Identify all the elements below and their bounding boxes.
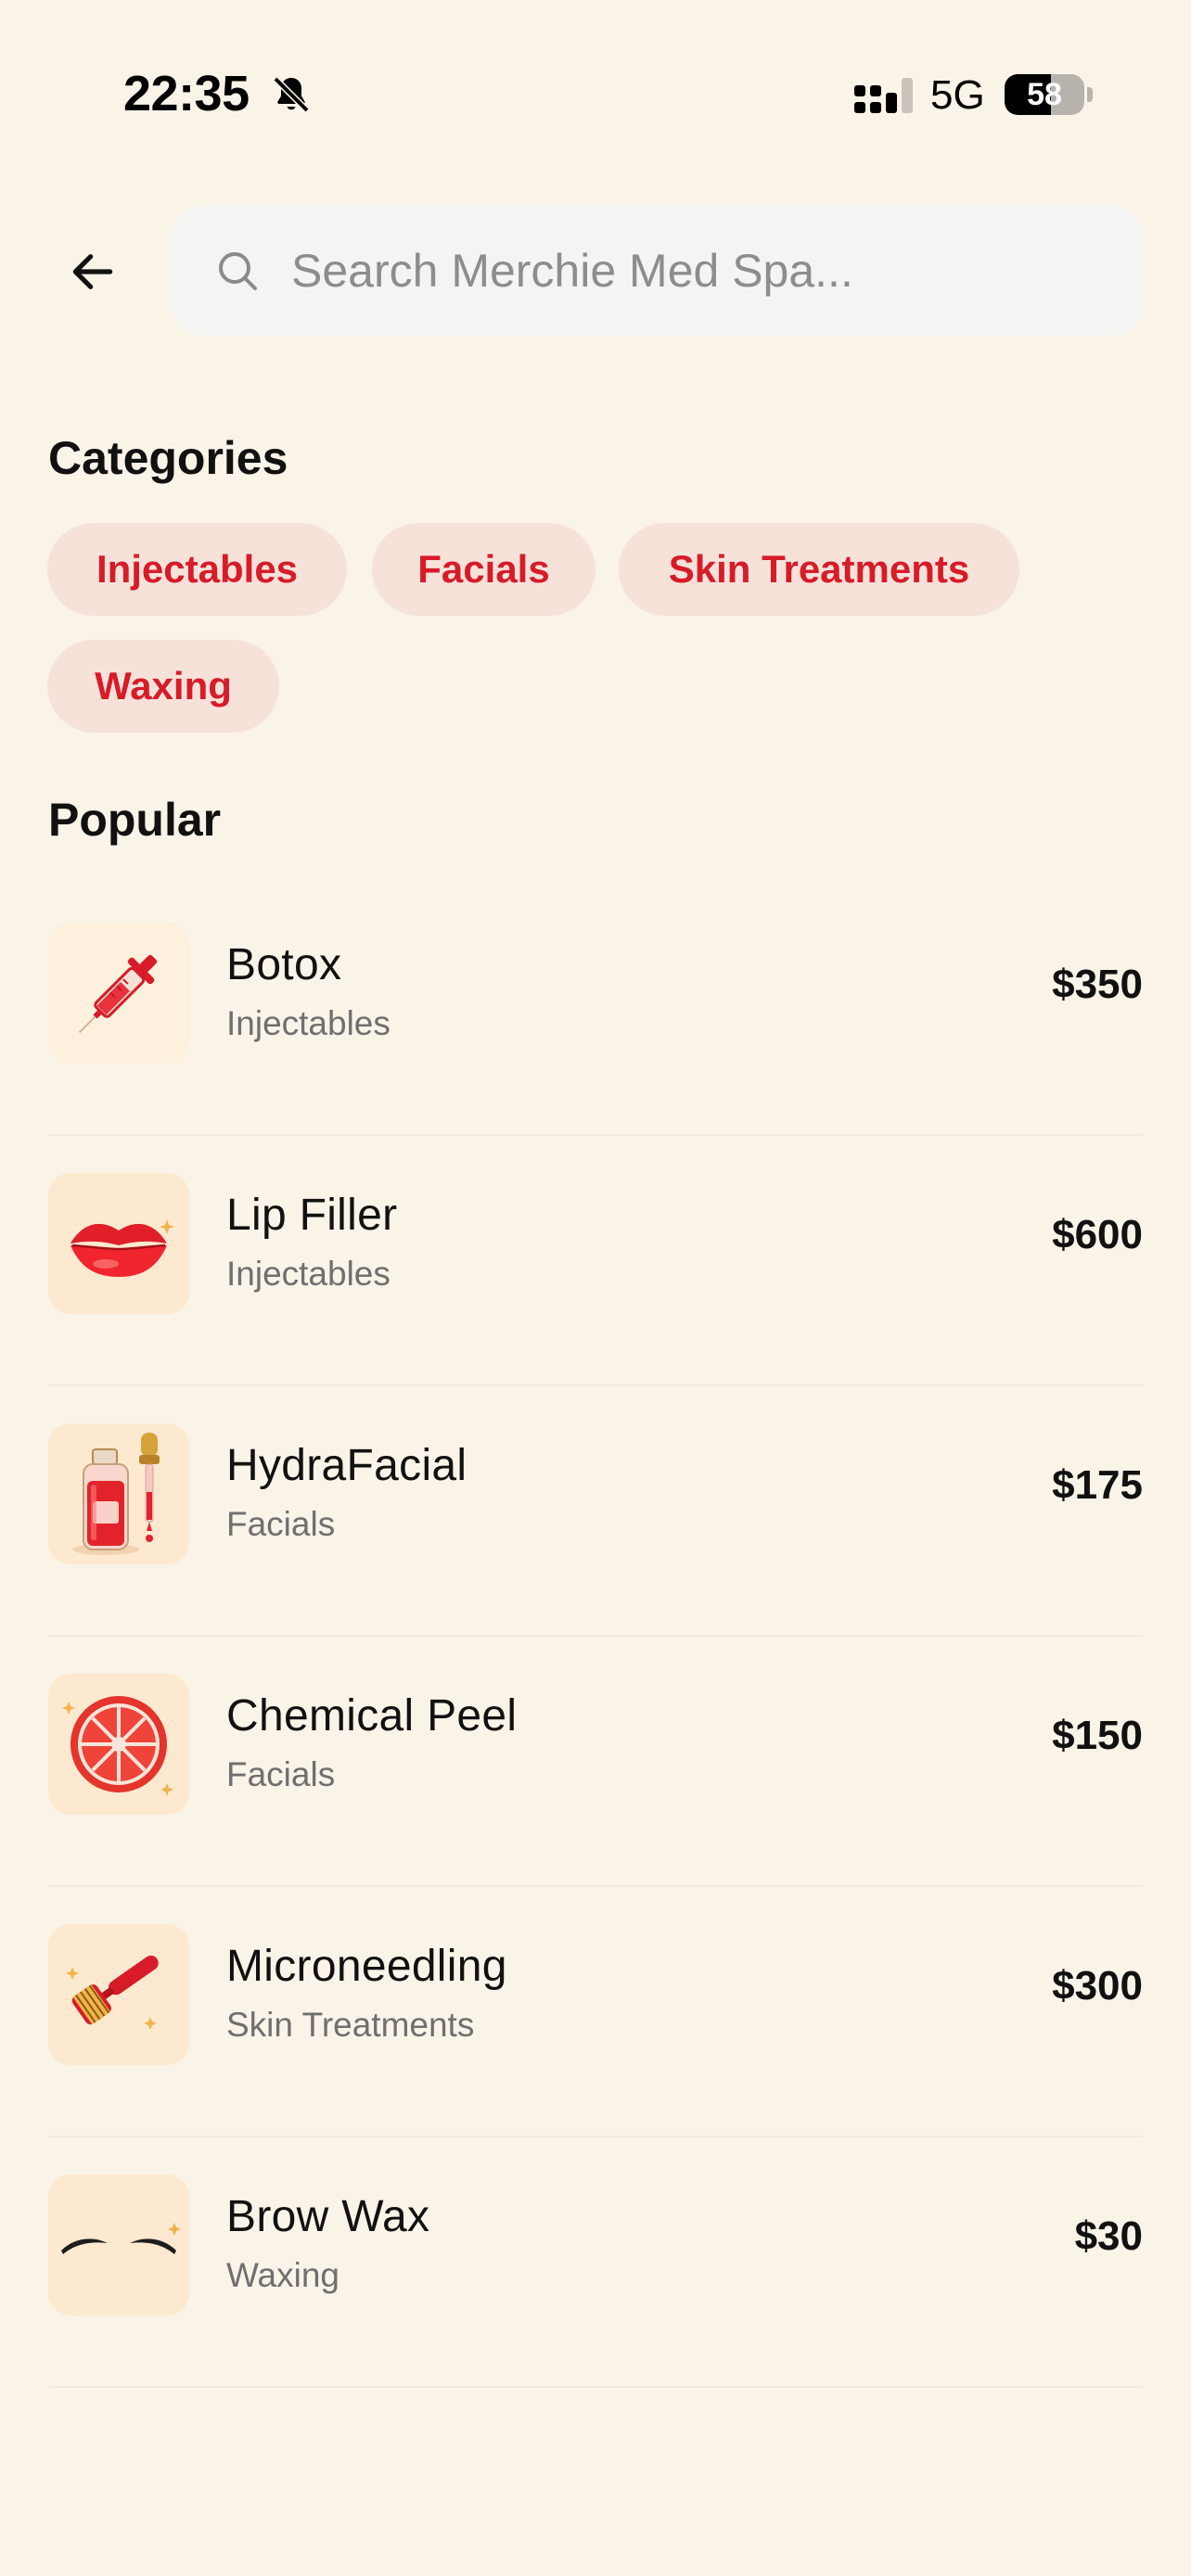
service-category: Injectables	[226, 1004, 391, 1042]
service-name: Botox	[226, 940, 342, 989]
category-chip-skin-treatments[interactable]: Skin Treatments	[619, 523, 1019, 616]
battery-icon: 58	[1005, 74, 1084, 115]
service-item-microneedling[interactable]: Microneedling Skin Treatments $300	[48, 1887, 1143, 2137]
service-item-lip-filler[interactable]: Lip Filler Injectables $600	[48, 1136, 1143, 1386]
category-chip-facials[interactable]: Facials	[372, 523, 596, 616]
service-item-chemical-peel[interactable]: Chemical Peel Facials $150	[48, 1637, 1143, 1887]
network-label: 5G	[930, 72, 985, 118]
service-price: $600	[1052, 1212, 1143, 1257]
service-price: $300	[1052, 1963, 1143, 2009]
eyebrows-icon	[48, 2174, 189, 2315]
status-time: 22:35	[123, 66, 250, 121]
search-icon	[219, 252, 257, 290]
syringe-icon	[48, 923, 189, 1064]
service-category: Injectables	[226, 1255, 391, 1293]
service-name: Lip Filler	[226, 1191, 398, 1240]
lips-icon	[48, 1173, 189, 1314]
service-price: $150	[1052, 1713, 1143, 1758]
service-category: Skin Treatments	[226, 2006, 475, 2044]
service-category: Facials	[226, 1505, 336, 1543]
service-price: $175	[1052, 1462, 1143, 1508]
derma-roller-icon	[48, 1924, 189, 2065]
search-input[interactable]	[291, 234, 1108, 308]
service-name: HydraFacial	[226, 1441, 467, 1490]
service-item-botox[interactable]: Botox Injectables $350	[48, 886, 1143, 1136]
signal-icon	[854, 78, 913, 113]
battery-percent: 58	[1027, 77, 1062, 112]
service-item-hydrafacial[interactable]: HydraFacial Facials $175	[48, 1386, 1143, 1637]
category-chip-waxing[interactable]: Waxing	[47, 640, 279, 733]
categories-heading: Categories	[48, 432, 288, 484]
bell-slash-icon	[273, 76, 310, 113]
service-name: Brow Wax	[226, 2192, 430, 2241]
service-price: $350	[1052, 962, 1143, 1007]
serum-bottle-icon	[48, 1423, 189, 1564]
search-bar[interactable]	[171, 206, 1145, 336]
arrow-left-icon	[72, 254, 113, 289]
battery-cap	[1087, 87, 1093, 102]
popular-heading: Popular	[48, 794, 222, 846]
service-item-brow-wax[interactable]: Brow Wax Waxing $30	[48, 2137, 1143, 2388]
status-bar: 22:35 5G 58	[0, 0, 1191, 195]
service-price: $30	[1074, 2213, 1143, 2259]
grapefruit-icon	[48, 1674, 189, 1815]
category-chip-injectables[interactable]: Injectables	[47, 523, 347, 616]
service-category: Waxing	[226, 2256, 340, 2294]
service-category: Facials	[226, 1755, 336, 1793]
service-name: Microneedling	[226, 1942, 507, 1991]
service-name: Chemical Peel	[226, 1691, 518, 1741]
back-button[interactable]	[48, 227, 137, 316]
